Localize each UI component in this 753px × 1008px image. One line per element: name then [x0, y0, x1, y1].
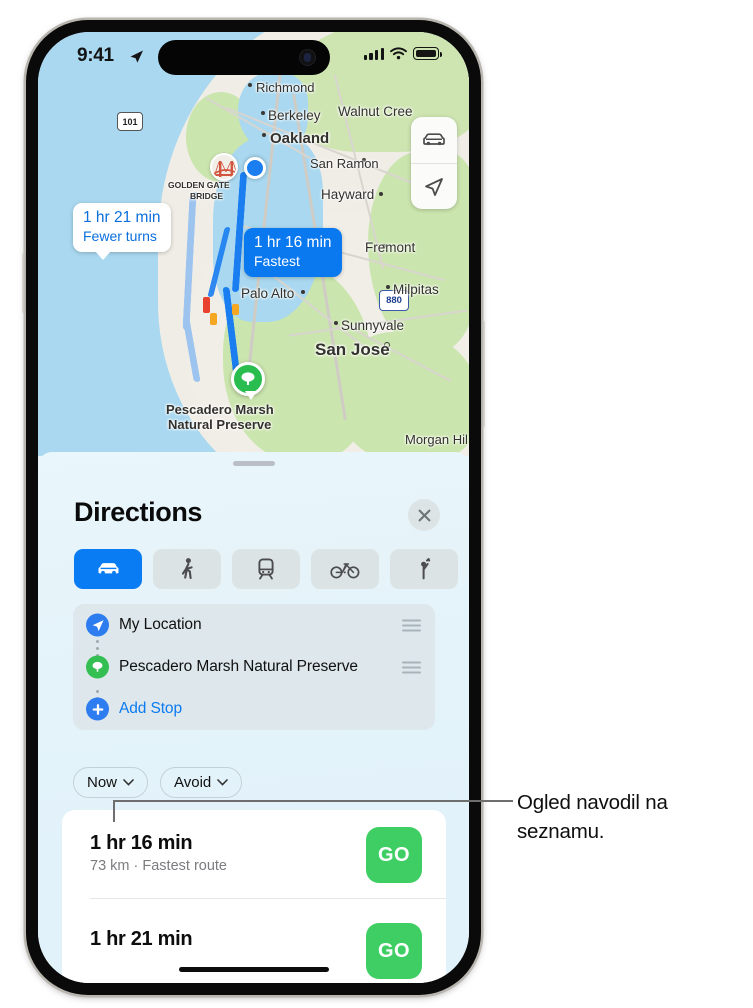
phone-frame: 101 880 Richmond Berkeley Walnut Cree Oa…	[22, 20, 485, 995]
map-label: San Ramon	[310, 156, 379, 171]
route-stops-list: My Location Pescadero Marsh Natural Pres…	[73, 604, 435, 730]
map-label: Sunnyvale	[341, 318, 405, 333]
transport-mode-tabs	[74, 549, 458, 589]
map-city-dot	[379, 192, 383, 196]
highway-shield-101: 101	[117, 112, 143, 131]
route-options-card: 1 hr 16 min 73 km · Fastest route GO 1 h…	[62, 810, 446, 983]
front-camera-icon	[299, 49, 316, 66]
callout-desc: Fewer turns	[83, 227, 157, 244]
map-label: GOLDEN GATE	[168, 180, 230, 190]
add-stop-row[interactable]: Add Stop	[73, 688, 435, 730]
home-indicator[interactable]	[178, 966, 329, 972]
wifi-icon	[390, 47, 407, 60]
annotation-caption: Ogled navodil na seznamu.	[517, 791, 668, 844]
drag-handle-icon[interactable]	[402, 619, 421, 632]
stop-row-origin[interactable]: My Location	[73, 604, 435, 646]
map-label: BRIDGE	[190, 191, 224, 201]
dynamic-island	[158, 40, 330, 75]
map-controls	[411, 117, 457, 209]
navigation-arrow-icon	[425, 177, 443, 196]
chevron-down-icon	[123, 779, 134, 786]
sheet-grabber[interactable]	[232, 461, 275, 466]
drag-handle-icon[interactable]	[402, 661, 421, 674]
train-icon	[258, 558, 274, 580]
annotation-leader-line	[113, 800, 513, 802]
map-label: Palo Alto	[241, 286, 295, 301]
map-label: Morgan Hil	[405, 432, 468, 447]
tree-pin-icon[interactable]	[231, 362, 265, 400]
close-icon	[418, 509, 430, 521]
avoid-options-dropdown[interactable]: Avoid	[160, 767, 243, 798]
close-button[interactable]	[408, 499, 440, 531]
map-city-dot	[261, 111, 265, 115]
car-icon	[423, 133, 445, 146]
page-title: Directions	[74, 497, 203, 527]
chevron-down-icon	[217, 779, 229, 786]
callout-time: 1 hr 16 min	[254, 234, 332, 251]
map-label: Berkeley	[268, 108, 321, 123]
map-label: Oakland	[270, 130, 330, 147]
signal-bars-icon	[363, 47, 384, 60]
status-time: 9:41	[77, 45, 114, 66]
navigation-arrow-icon	[129, 49, 144, 69]
map-view[interactable]: 101 880 Richmond Berkeley Walnut Cree Oa…	[38, 32, 469, 456]
volume-button[interactable]	[22, 252, 26, 314]
filter-pills: Now Avoid	[73, 767, 243, 798]
map-label: Milpitas	[393, 282, 439, 297]
golden-gate-bridge-icon[interactable]	[210, 153, 238, 181]
map-city-dot	[386, 285, 390, 289]
directions-sheet: Directions My Location Pescadero Marsh N…	[38, 452, 469, 983]
annotation-leader-vertical	[113, 800, 115, 822]
location-arrow-icon	[86, 613, 109, 637]
tab-drive[interactable]	[74, 549, 142, 589]
add-stop-label: Add Stop	[119, 700, 182, 717]
map-label: Hayward	[321, 187, 375, 202]
phone-screen: 101 880 Richmond Berkeley Walnut Cree Oa…	[38, 32, 469, 983]
callout-time: 1 hr 21 min	[83, 209, 161, 226]
route-callout-alternate[interactable]: 1 hr 21 min Fewer turns	[73, 203, 171, 260]
route-option-row[interactable]: 1 hr 16 min 73 km · Fastest route GO	[62, 810, 446, 899]
walk-icon	[181, 558, 193, 580]
departure-time-dropdown[interactable]: Now	[73, 767, 149, 798]
route-traffic-orange	[232, 304, 239, 315]
car-mode-button[interactable]	[411, 117, 457, 163]
battery-icon	[413, 47, 442, 60]
pill-label: Avoid	[174, 774, 212, 791]
map-city-dot	[301, 290, 305, 294]
stop-label: Pescadero Marsh Natural Preserve	[119, 658, 358, 675]
map-label: Pescadero Marsh	[166, 402, 274, 417]
plus-icon	[86, 697, 109, 721]
rideshare-icon	[421, 558, 431, 580]
tab-transit[interactable]	[232, 549, 300, 589]
map-label: Natural Preserve	[168, 417, 272, 432]
stop-label: My Location	[119, 616, 202, 633]
tab-rideshare[interactable]	[390, 549, 458, 589]
route-traffic-red	[203, 297, 210, 313]
map-label: Walnut Cree	[338, 104, 413, 119]
status-bar: 9:41	[38, 32, 469, 84]
power-button[interactable]	[481, 320, 485, 428]
car-icon	[98, 563, 118, 575]
go-button[interactable]: GO	[366, 827, 422, 883]
map-label: San Jose	[315, 340, 390, 359]
tab-cycle[interactable]	[311, 549, 379, 589]
status-icons	[363, 47, 442, 60]
blue-location-dot	[244, 157, 266, 179]
bicycle-icon	[330, 563, 360, 579]
go-button[interactable]: GO	[366, 923, 422, 979]
tab-walk[interactable]	[153, 549, 221, 589]
locate-me-button[interactable]	[411, 163, 457, 209]
stop-row-destination[interactable]: Pescadero Marsh Natural Preserve	[73, 646, 435, 688]
pill-label: Now	[87, 774, 118, 791]
map-city-dot	[262, 133, 266, 137]
route-traffic-orange	[210, 313, 217, 325]
map-label: Fremont	[365, 240, 416, 255]
map-city-dot	[334, 321, 338, 325]
callout-desc: Fastest	[254, 252, 300, 269]
tree-icon	[86, 655, 109, 679]
route-callout-primary[interactable]: 1 hr 16 min Fastest	[244, 228, 342, 277]
